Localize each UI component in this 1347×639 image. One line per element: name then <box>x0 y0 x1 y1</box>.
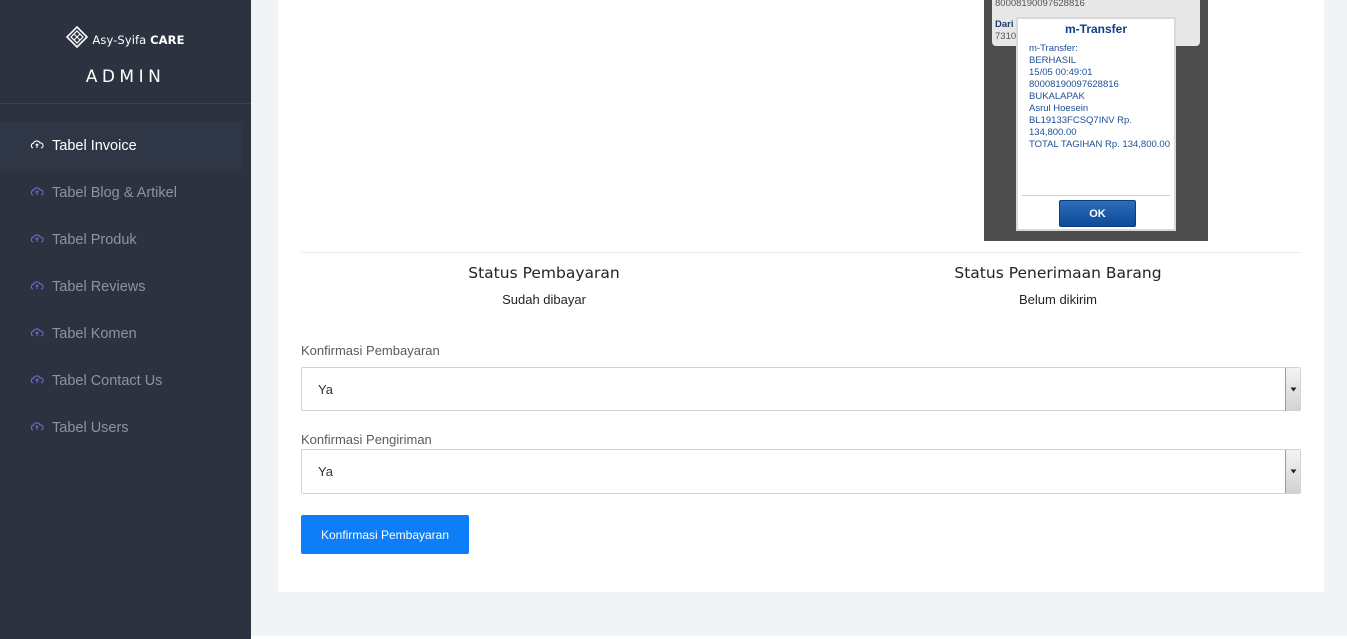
receipt-dialog: m-Transfer m-Transfer: BERHASIL 15/05 00… <box>1016 17 1176 231</box>
cloud-icon <box>30 139 46 152</box>
logo-text: Asy-Syifa CARE <box>92 32 185 47</box>
shipping-confirm-select[interactable]: Ya <box>301 449 1301 494</box>
sidebar-item-label: Tabel Invoice <box>52 137 137 154</box>
cloud-icon <box>30 327 46 340</box>
shipping-status-value: Belum dikirim <box>1018 292 1097 307</box>
sidebar-item-reviews[interactable]: Tabel Reviews <box>0 263 243 310</box>
brand-header: Asy-Syifa CARE ADMIN <box>0 0 251 104</box>
sidebar-item-label: Tabel Produk <box>52 231 137 248</box>
sidebar-item-label: Tabel Blog & Artikel <box>52 184 177 201</box>
shipping-status: Status Penerimaan Barang Belum dikirim <box>808 264 1308 307</box>
payment-status-value: Sudah dibayar <box>502 292 586 307</box>
payment-confirm-select[interactable]: Ya <box>301 367 1301 411</box>
receipt-dialog-title: m-Transfer <box>1064 22 1128 36</box>
sidebar-nav: Tabel Invoice Tabel Blog & Artikel Tabel… <box>0 122 251 451</box>
receipt-bg-text: 7310 <box>995 31 1017 42</box>
payment-status-title: Status Pembayaran <box>468 264 620 282</box>
payment-status: Status Pembayaran Sudah dibayar <box>294 264 794 307</box>
sidebar-item-komen[interactable]: Tabel Komen <box>0 310 243 357</box>
dropdown-arrow-icon[interactable] <box>1285 368 1300 411</box>
payment-proof-image: 80008190097628816 Dari I 7310 m-Transfer… <box>984 0 1208 241</box>
cloud-icon <box>30 233 46 246</box>
sidebar-item-label: Tabel Users <box>52 419 129 436</box>
shipping-confirm-label: Konfirmasi Pengiriman <box>301 432 432 447</box>
sidebar-item-label: Tabel Contact Us <box>52 372 163 389</box>
sidebar-item-contact-us[interactable]: Tabel Contact Us <box>0 357 243 404</box>
sidebar-item-invoice[interactable]: Tabel Invoice <box>0 122 243 169</box>
payment-confirm-label: Konfirmasi Pembayaran <box>301 343 440 358</box>
dropdown-arrow-icon[interactable] <box>1285 450 1300 493</box>
sidebar-item-produk[interactable]: Tabel Produk <box>0 216 243 263</box>
cloud-icon <box>30 186 46 199</box>
receipt-dialog-body: m-Transfer: BERHASIL 15/05 00:49:01 8000… <box>1029 43 1170 150</box>
logo-icon <box>66 25 89 53</box>
shipping-status-title: Status Penerimaan Barang <box>954 264 1162 282</box>
receipt-ok-button: OK <box>1059 200 1136 227</box>
sidebar: Asy-Syifa CARE ADMIN Tabel Invoice Tabel… <box>0 0 251 639</box>
cloud-icon <box>30 421 46 434</box>
sidebar-item-blog[interactable]: Tabel Blog & Artikel <box>0 169 243 216</box>
confirm-payment-button[interactable]: Konfirmasi Pembayaran <box>301 515 469 554</box>
section-divider <box>301 252 1301 253</box>
cloud-icon <box>30 374 46 387</box>
cloud-icon <box>30 280 46 293</box>
panel-title: ADMIN <box>85 67 166 87</box>
sidebar-item-label: Tabel Reviews <box>52 278 146 295</box>
sidebar-item-label: Tabel Komen <box>52 325 137 342</box>
shipping-confirm-value: Ya <box>318 464 333 479</box>
brand-logo[interactable]: Asy-Syifa CARE <box>66 25 185 53</box>
payment-confirm-value: Ya <box>318 382 333 397</box>
receipt-dialog-divider <box>1022 195 1170 196</box>
receipt-bg-text: 80008190097628816 <box>995 0 1085 9</box>
sidebar-item-users[interactable]: Tabel Users <box>0 404 243 451</box>
